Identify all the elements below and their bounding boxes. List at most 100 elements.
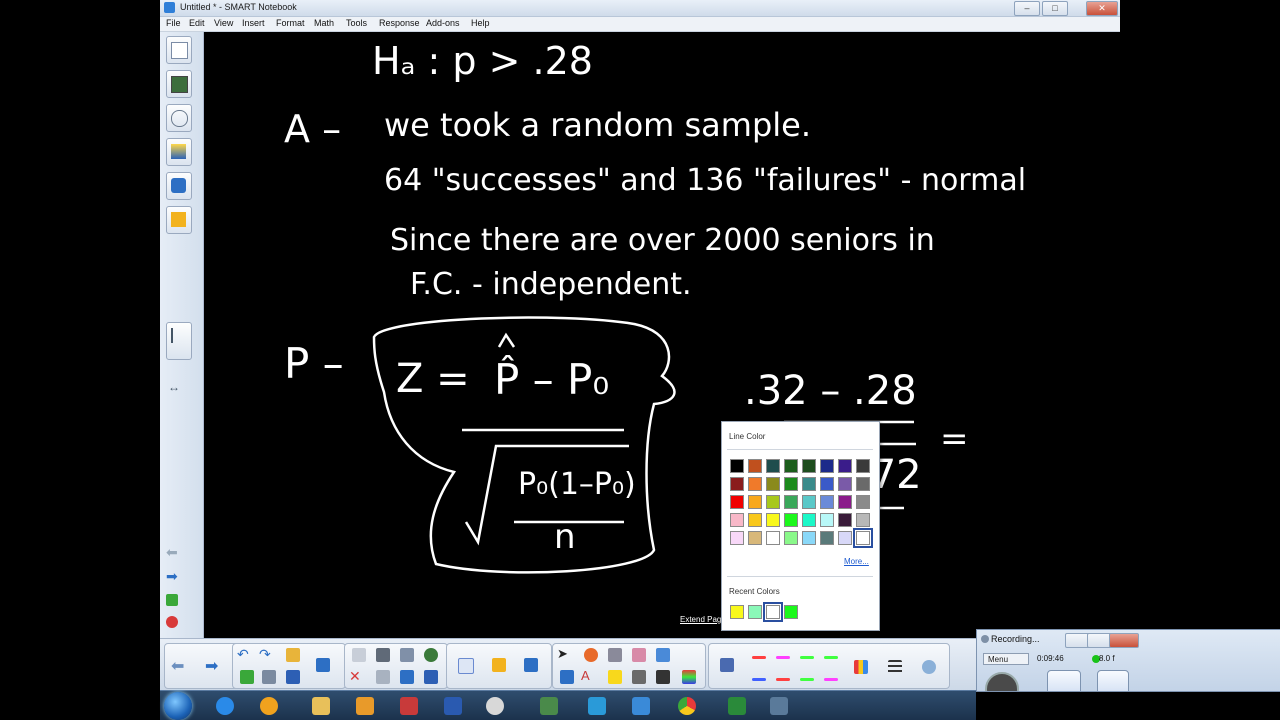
taskbar-paint[interactable] xyxy=(392,694,426,718)
taskbar-excel[interactable] xyxy=(720,694,754,718)
save-icon[interactable] xyxy=(283,668,303,686)
next-page-arrow-icon[interactable]: ➡ xyxy=(205,656,225,675)
color-swatch[interactable] xyxy=(730,513,744,527)
maximize-button[interactable]: □ xyxy=(1042,1,1068,16)
color-swatch[interactable] xyxy=(766,477,780,491)
menu-edit[interactable]: Edit xyxy=(189,18,205,28)
insert-page-icon[interactable] xyxy=(237,668,257,686)
highlighter-icon[interactable] xyxy=(605,668,625,686)
color-swatch[interactable] xyxy=(838,495,852,509)
color-swatch[interactable] xyxy=(730,459,744,473)
color-swatch[interactable] xyxy=(802,531,816,545)
side-panel-toggle[interactable] xyxy=(166,322,192,360)
math-pi-icon[interactable] xyxy=(455,656,475,674)
menu-format[interactable]: Format xyxy=(276,18,305,28)
color-swatch[interactable] xyxy=(766,531,780,545)
color-swatch[interactable] xyxy=(766,513,780,527)
tab-page-sorter[interactable] xyxy=(166,36,192,64)
menu-response[interactable]: Response xyxy=(379,18,420,28)
recent-color-swatch[interactable] xyxy=(730,605,744,619)
table-icon[interactable] xyxy=(397,668,417,686)
taskbar-app[interactable] xyxy=(478,694,512,718)
color-swatch[interactable] xyxy=(730,477,744,491)
minimize-button[interactable]: – xyxy=(1014,1,1040,16)
pen-style-4[interactable] xyxy=(821,648,841,666)
open-folder-icon[interactable] xyxy=(283,646,303,664)
screen-shade-icon[interactable] xyxy=(373,646,393,664)
menu-help[interactable]: Help xyxy=(471,18,490,28)
color-swatch[interactable] xyxy=(784,477,798,491)
pen-style-6[interactable] xyxy=(773,670,793,688)
stop-button[interactable] xyxy=(1097,670,1129,691)
color-swatch[interactable] xyxy=(766,459,780,473)
color-swatch[interactable] xyxy=(730,495,744,509)
full-screen-icon[interactable] xyxy=(373,668,393,686)
color-swatch[interactable] xyxy=(784,531,798,545)
zoom-icon[interactable] xyxy=(421,646,441,664)
recent-color-swatch[interactable] xyxy=(748,605,762,619)
pen-style-1[interactable] xyxy=(749,648,769,666)
taskbar-cps[interactable] xyxy=(580,694,614,718)
fill-icon[interactable] xyxy=(557,668,577,686)
color-swatch[interactable] xyxy=(838,531,852,545)
shapes-icon[interactable] xyxy=(653,646,673,664)
creative-pen-icon[interactable] xyxy=(629,668,649,686)
color-swatch[interactable] xyxy=(856,459,870,473)
calculator-icon[interactable] xyxy=(397,646,417,664)
color-swatch[interactable] xyxy=(856,495,870,509)
lock-toolbar-icon[interactable] xyxy=(489,656,509,674)
tab-lesson-activity[interactable] xyxy=(166,206,192,234)
taskbar-app-2[interactable] xyxy=(532,694,566,718)
recorder-menu-dropdown[interactable]: Menu xyxy=(983,653,1029,665)
color-swatch[interactable] xyxy=(838,477,852,491)
color-swatch[interactable] xyxy=(802,459,816,473)
screen-capture-icon[interactable] xyxy=(313,656,333,674)
color-swatch[interactable] xyxy=(748,531,762,545)
recorder-close-button[interactable] xyxy=(1109,633,1139,648)
delete-icon[interactable]: ✕ xyxy=(349,668,369,686)
resize-arrows-icon[interactable]: ↔ xyxy=(168,380,180,394)
title-bar[interactable]: Untitled * - SMART Notebook – □ ✕ xyxy=(160,0,1120,17)
menu-math[interactable]: Math xyxy=(314,18,334,28)
taskbar-outlook[interactable] xyxy=(348,694,382,718)
move-right-arrow-icon[interactable]: ➡ xyxy=(166,568,178,585)
eraser-icon[interactable] xyxy=(629,646,649,664)
notebook-canvas[interactable]: Hₐ : p > .28 A – we took a random sample… xyxy=(204,32,1120,638)
pen-icon[interactable] xyxy=(581,646,601,664)
add-page-icon[interactable] xyxy=(166,594,178,606)
pen-style-2[interactable] xyxy=(773,648,793,666)
menu-file[interactable]: File xyxy=(166,18,181,28)
color-swatch[interactable] xyxy=(820,495,834,509)
taskbar-word[interactable] xyxy=(436,694,470,718)
color-swatch[interactable] xyxy=(838,459,852,473)
pause-button[interactable] xyxy=(1047,670,1081,691)
transparency-icon[interactable] xyxy=(919,658,939,676)
color-swatch[interactable] xyxy=(802,513,816,527)
color-swatch[interactable] xyxy=(784,495,798,509)
color-swatch[interactable] xyxy=(784,513,798,527)
color-picker-icon[interactable] xyxy=(679,668,699,686)
color-swatch[interactable] xyxy=(802,477,816,491)
menu-insert[interactable]: Insert xyxy=(242,18,265,28)
start-button[interactable] xyxy=(164,692,192,720)
menu-add-ons[interactable]: Add-ons xyxy=(426,18,460,28)
more-colors-link[interactable]: More... xyxy=(844,557,869,566)
line-color-palette-icon[interactable] xyxy=(851,658,871,676)
color-swatch[interactable] xyxy=(853,528,873,548)
color-swatch[interactable] xyxy=(748,513,762,527)
color-swatch[interactable] xyxy=(730,531,744,545)
extend-page-link[interactable]: Extend Page xyxy=(680,615,726,624)
taskbar-chrome[interactable] xyxy=(670,694,704,718)
taskbar-notes[interactable] xyxy=(624,694,658,718)
color-swatch[interactable] xyxy=(820,513,834,527)
color-swatch[interactable] xyxy=(856,477,870,491)
pen-properties-icon[interactable] xyxy=(717,656,737,674)
print-icon[interactable] xyxy=(259,668,279,686)
paste-icon[interactable] xyxy=(349,646,369,664)
record-button[interactable] xyxy=(985,672,1019,691)
tab-gallery[interactable] xyxy=(166,70,192,98)
previous-page-arrow-icon[interactable]: ⬅ xyxy=(171,656,191,675)
line-thickness-icon[interactable] xyxy=(885,658,905,676)
line-icon[interactable] xyxy=(653,668,673,686)
pen-style-8[interactable] xyxy=(821,670,841,688)
